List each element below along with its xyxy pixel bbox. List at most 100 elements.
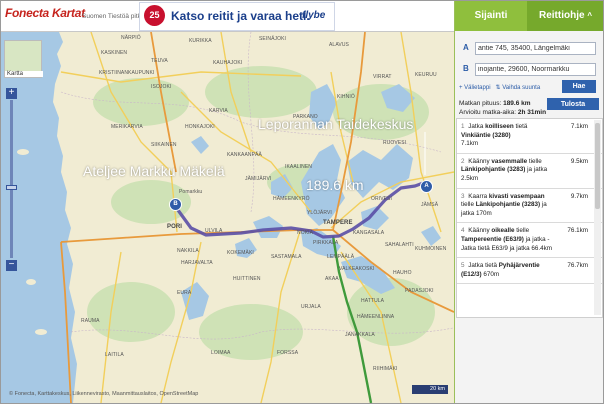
lake-small xyxy=(421,226,441,246)
directions-steps: 1 Jatka koilliseen tietä Vinkiäntie (328… xyxy=(457,119,602,285)
swap-direction-link[interactable]: ⇅ Vaihda suunta xyxy=(496,85,541,91)
chevron-up-icon: ^ xyxy=(587,11,592,20)
route-length-label: Matkan pituus: xyxy=(459,100,504,107)
ad-badge-icon: 25 xyxy=(144,5,165,26)
directions-scrollbar[interactable] xyxy=(594,120,601,315)
town-label: SAHALAHTI xyxy=(385,242,414,248)
route-marker-b-icon[interactable]: B xyxy=(169,198,182,211)
town-label: ORIVESI xyxy=(371,196,392,202)
town-label: NOKIA xyxy=(297,230,314,236)
direction-step-number: 4 xyxy=(461,227,465,235)
town-label: RUOVESI xyxy=(383,140,407,146)
island xyxy=(26,279,36,285)
route-links: + Välietappi ⇅ Vaihda suunta xyxy=(459,84,540,91)
fonecta-logo[interactable]: Fonecta Kartat xyxy=(5,6,85,20)
town-label: SASTAMALA xyxy=(271,254,302,260)
town-label: KARVIA xyxy=(209,108,228,114)
town-label: KANGASALA xyxy=(353,230,385,236)
tagline: Suomen Tiestöä pitkin xyxy=(82,13,146,20)
town-label: ULVILA xyxy=(205,228,223,234)
direction-step-text: 3 Kaarra kivasti vasempaan tielle Länkip… xyxy=(461,193,553,219)
town-label: KUHMOINEN xyxy=(415,246,447,252)
direction-step-pre: Kaarra xyxy=(468,192,489,200)
town-label: ISOJOKI xyxy=(151,84,172,90)
point-a-input[interactable] xyxy=(475,42,596,55)
town-label: HARJAVALTA xyxy=(181,260,213,266)
town-label: LEMPÄÄLÄ xyxy=(327,254,355,260)
map-graphics xyxy=(1,32,454,403)
town-label: YLÖJÄRVI xyxy=(307,210,332,216)
town-label: NÄRPIÖ xyxy=(121,35,141,41)
town-label: NAKKILA xyxy=(177,248,199,254)
town-label: JÄMIJÄRVI xyxy=(245,176,272,182)
direction-step-pre: Jatka tietä xyxy=(468,262,499,270)
zoom-slider-handle[interactable] xyxy=(6,185,17,190)
forest-area xyxy=(87,282,175,342)
town-label: MERIKARVIA xyxy=(111,124,143,130)
route-summary: Matkan pituus: 189.6 km Arvioitu matka-a… xyxy=(459,99,546,117)
town-label: RAUMA xyxy=(81,318,100,324)
direction-step-mid: tielle xyxy=(461,201,476,209)
app-window: Fonecta Kartat Suomen Tiestöä pitkin 25 … xyxy=(0,0,604,404)
scrollbar-thumb[interactable] xyxy=(595,123,600,209)
print-button[interactable]: Tulosta xyxy=(547,98,599,110)
route-duration-value: 2h 31min xyxy=(517,109,547,116)
route-length-value: 189.6 km xyxy=(503,100,531,107)
direction-step-number: 1 xyxy=(461,123,465,130)
point-b-label: B xyxy=(463,64,469,73)
direction-step-text: 5 Jatka tietä Pyhäjärventie (E12/3) 670m xyxy=(461,262,553,279)
zoom-in-button[interactable]: + xyxy=(6,88,17,99)
town-label: HÄMEENKYRÖ xyxy=(273,196,310,202)
lake-kankaanpaa xyxy=(191,136,209,154)
town-label: EURA xyxy=(177,290,192,296)
direction-step-road: Vinkiäntie (3280) xyxy=(461,131,511,139)
direction-step-mid: tielle xyxy=(514,227,530,235)
island xyxy=(35,329,47,335)
direction-step-text: 1 Jatka koilliseen tietä Vinkiäntie (328… xyxy=(461,123,553,149)
ad-brand-logo: flybe xyxy=(302,10,326,21)
search-route-button[interactable]: Hae xyxy=(562,80,596,93)
direction-step-post: 670m xyxy=(481,270,500,278)
direction-step-text: 2 Käänny vasemmalle tielle Länkipohjanti… xyxy=(461,158,553,184)
town-label: VALKEAKOSKI xyxy=(339,266,375,272)
direction-step-dir: koilliseen xyxy=(485,123,514,130)
direction-step-mid: tielle xyxy=(527,157,542,165)
town-label: LAITILA xyxy=(105,352,124,358)
town-label: LOIMAA xyxy=(211,350,231,356)
town-label: JANAKKALA xyxy=(345,332,375,338)
add-waypoint-link[interactable]: + Välietappi xyxy=(459,85,491,91)
direction-step-distance: 76.7km xyxy=(567,262,588,270)
tab-route[interactable]: Reittiohje ^ xyxy=(527,1,603,31)
header: Fonecta Kartat Suomen Tiestöä pitkin 25 … xyxy=(1,1,454,32)
tab-location[interactable]: Sijainti xyxy=(455,1,527,31)
direction-step-distance: 76.1km xyxy=(567,227,588,235)
town-label: IKAALINEN xyxy=(285,164,313,170)
town-label: KEURUU xyxy=(415,72,437,78)
direction-step[interactable]: 1 Jatka koilliseen tietä Vinkiäntie (328… xyxy=(457,119,602,154)
direction-step-number: 5 xyxy=(461,262,465,270)
poi-label-leporanta: Leporannan Taidekeskus xyxy=(258,116,414,132)
direction-step-pre: Käänny xyxy=(468,157,492,165)
town-label: FORSSA xyxy=(277,350,299,356)
direction-step[interactable]: 4 Käänny oikealle tielle Tampereentie (E… xyxy=(457,223,602,259)
direction-step-distance: 9.7km xyxy=(570,192,588,200)
directions-list: 1 Jatka koilliseen tietä Vinkiäntie (328… xyxy=(456,118,603,318)
zoom-slider-track[interactable] xyxy=(10,100,13,258)
town-label: JÄMSÄ xyxy=(421,202,439,208)
poi-label-ateljee: Ateljee Markku Mäkelä xyxy=(83,163,225,179)
town-label: HAUHO xyxy=(393,270,412,276)
map-type-thumbnail[interactable]: Kartta xyxy=(4,40,43,78)
direction-step[interactable]: 3 Kaarra kivasti vasempaan tielle Länkip… xyxy=(457,189,602,224)
town-label: URJALA xyxy=(301,304,321,310)
direction-step[interactable]: 5 Jatka tietä Pyhäjärventie (E12/3) 670m… xyxy=(457,258,602,285)
panel-footer xyxy=(455,319,603,403)
zoom-out-button[interactable]: − xyxy=(6,260,17,271)
route-marker-a-icon[interactable]: A xyxy=(420,180,433,193)
point-b-input[interactable] xyxy=(475,63,596,76)
town-label: SEINÄJOKI xyxy=(259,36,287,42)
map-canvas[interactable]: NÄRPIÖ KASKINEN KRISTIINANKAUPUNKI ISOJO… xyxy=(1,32,454,403)
direction-step-extra: 7.1km xyxy=(461,140,479,148)
town-label: KAUHAJOKI xyxy=(213,60,243,66)
ad-banner[interactable]: 25 Katso reitit ja varaa heti. flybe xyxy=(139,2,335,31)
direction-step[interactable]: 2 Käänny vasemmalle tielle Länkipohjanti… xyxy=(457,154,602,189)
